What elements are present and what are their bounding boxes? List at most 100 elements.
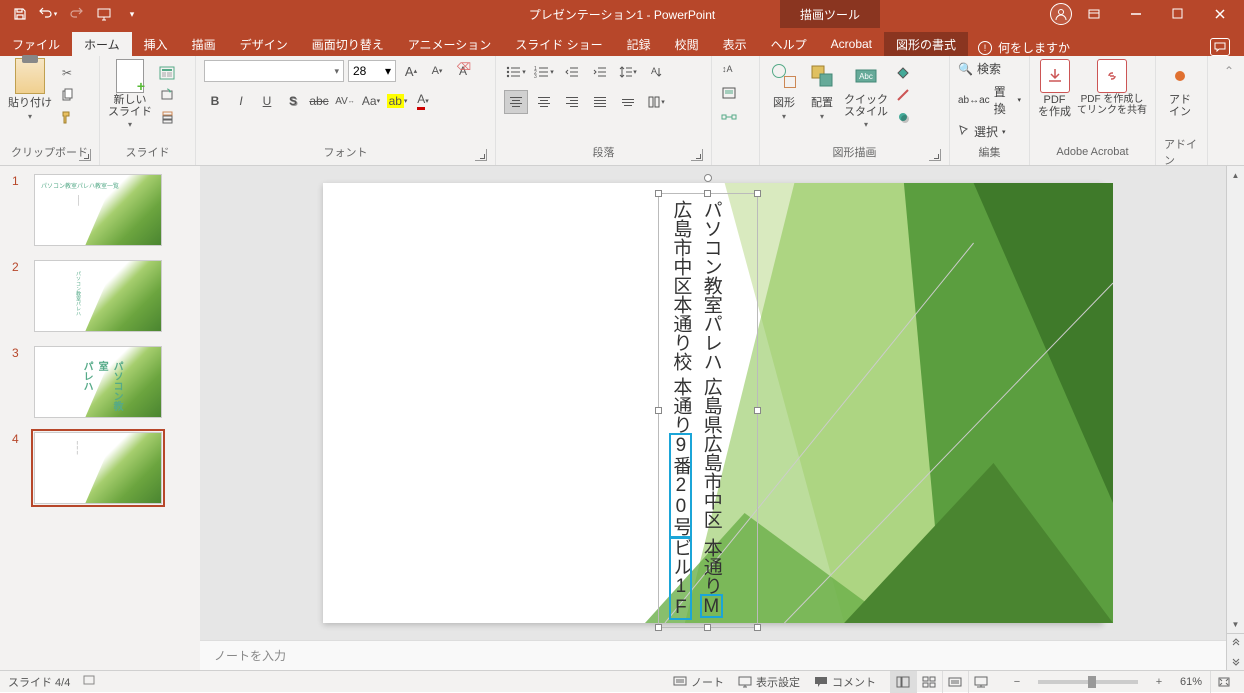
highlight-button[interactable]: ab▾ xyxy=(386,90,408,112)
text-rotation-icon[interactable]: ↕A xyxy=(720,60,738,78)
pdf-create-button[interactable]: PDF を作成 xyxy=(1038,60,1071,118)
clear-format-icon[interactable]: A⌫ xyxy=(452,60,474,82)
columns-icon[interactable]: ▾ xyxy=(644,90,668,114)
char-spacing-icon[interactable]: AV↔ xyxy=(334,90,356,112)
tab-acrobat[interactable]: Acrobat xyxy=(819,32,884,56)
shape-effects-icon[interactable] xyxy=(894,108,912,126)
comments-toggle-icon[interactable] xyxy=(1210,38,1230,56)
slideshow-view-icon[interactable] xyxy=(968,671,994,693)
undo-icon[interactable]: ▾ xyxy=(36,2,60,26)
find-button[interactable]: 🔍検索 xyxy=(958,60,1001,77)
dialog-launcher-icon[interactable] xyxy=(475,149,487,161)
slide-thumb-4[interactable]: 4 ─ ─ ─ xyxy=(12,432,188,504)
shapes-button[interactable]: 図形▾ xyxy=(768,60,800,121)
tab-review[interactable]: 校閲 xyxy=(663,32,711,56)
justify-icon[interactable] xyxy=(588,90,612,114)
dialog-launcher-icon[interactable] xyxy=(929,149,941,161)
slide-thumb-1[interactable]: 1 パソコン教室パレハ教室一覧─── xyxy=(12,174,188,246)
minimize-icon[interactable] xyxy=(1116,0,1156,28)
slide-counter[interactable]: スライド 4/4 xyxy=(8,674,70,690)
new-slide-button[interactable]: 新しい スライド ▾ xyxy=(108,60,152,129)
reading-view-icon[interactable] xyxy=(942,671,968,693)
close-icon[interactable] xyxy=(1200,0,1240,28)
font-size-combo[interactable]: 28▾ xyxy=(348,60,396,82)
tab-file[interactable]: ファイル xyxy=(0,32,72,56)
tell-me-search[interactable]: ! 何をしますか xyxy=(978,39,1070,56)
line-spacing-icon[interactable]: ▾ xyxy=(616,60,640,84)
fit-window-icon[interactable] xyxy=(1210,671,1236,693)
distribute-icon[interactable] xyxy=(616,90,640,114)
increase-indent-icon[interactable] xyxy=(588,60,612,84)
replace-button[interactable]: ab↔ac置換▾ xyxy=(958,83,1021,117)
resize-handle[interactable] xyxy=(754,407,761,414)
decrease-indent-icon[interactable] xyxy=(560,60,584,84)
text-content[interactable]: パソコン教室パレハ広島市中区本通り校 広島県広島市中区本通り9番20号 本通りM… xyxy=(659,194,732,627)
align-right-icon[interactable] xyxy=(560,90,584,114)
tab-insert[interactable]: 挿入 xyxy=(132,32,180,56)
select-button[interactable]: 選択▾ xyxy=(958,123,1006,140)
notes-toggle[interactable]: ノート xyxy=(673,674,724,690)
decrease-font-icon[interactable]: A▾ xyxy=(426,60,448,82)
resize-handle[interactable] xyxy=(655,190,662,197)
resize-handle[interactable] xyxy=(704,624,711,631)
vertical-scrollbar[interactable]: ▲ ▼ xyxy=(1226,166,1244,670)
notes-pane[interactable]: ノートを入力 xyxy=(200,640,1226,670)
redo-icon[interactable] xyxy=(64,2,88,26)
slide-thumb-2[interactable]: 2 パソコン教室パレハ xyxy=(12,260,188,332)
maximize-icon[interactable] xyxy=(1158,0,1198,28)
reset-icon[interactable] xyxy=(158,86,176,104)
dialog-launcher-icon[interactable] xyxy=(79,149,91,161)
align-center-icon[interactable] xyxy=(532,90,556,114)
align-left-icon[interactable] xyxy=(504,90,528,114)
comments-toggle[interactable]: コメント xyxy=(814,674,876,690)
resize-handle[interactable] xyxy=(655,407,662,414)
resize-handle[interactable] xyxy=(754,190,761,197)
tab-transitions[interactable]: 画面切り替え xyxy=(300,32,396,56)
quick-styles-button[interactable]: Abc クイック スタイル▾ xyxy=(844,60,888,129)
resize-handle[interactable] xyxy=(655,624,662,631)
format-painter-icon[interactable] xyxy=(58,108,76,126)
tab-home[interactable]: ホーム xyxy=(72,32,132,56)
tab-slideshow[interactable]: スライド ショー xyxy=(503,32,614,56)
font-name-combo[interactable]: ▾ xyxy=(204,60,344,82)
slideshow-icon[interactable] xyxy=(92,2,116,26)
sorter-view-icon[interactable] xyxy=(916,671,942,693)
save-icon[interactable] xyxy=(8,2,32,26)
scroll-up-icon[interactable]: ▲ xyxy=(1227,166,1244,184)
normal-view-icon[interactable] xyxy=(890,671,916,693)
tab-animations[interactable]: アニメーション xyxy=(396,32,504,56)
zoom-out-icon[interactable]: − xyxy=(1004,671,1030,693)
scroll-down-icon[interactable]: ▼ xyxy=(1227,615,1244,633)
smartart-icon[interactable] xyxy=(720,108,738,126)
display-settings[interactable]: 表示設定 xyxy=(738,674,800,690)
layout-icon[interactable] xyxy=(158,64,176,82)
zoom-slider[interactable] xyxy=(1038,680,1138,684)
tab-draw[interactable]: 描画 xyxy=(180,32,228,56)
thumbnail-panel[interactable]: 1 パソコン教室パレハ教室一覧─── 2 パソコン教室パレハ 3 パソコン教室 … xyxy=(0,166,200,670)
pdf-share-button[interactable]: PDF を作成し てリンクを共有 xyxy=(1077,60,1147,116)
strikethrough-button[interactable]: abc xyxy=(308,90,330,112)
prev-slide-icon[interactable] xyxy=(1227,634,1244,652)
resize-handle[interactable] xyxy=(704,190,711,197)
tab-design[interactable]: デザイン xyxy=(228,32,300,56)
font-color-button[interactable]: A▾ xyxy=(412,90,434,112)
zoom-level[interactable]: 61% xyxy=(1180,676,1202,688)
tab-help[interactable]: ヘルプ xyxy=(759,32,819,56)
slide-thumb-3[interactable]: 3 パソコン教室 パレハ xyxy=(12,346,188,418)
shape-outline-icon[interactable] xyxy=(894,86,912,104)
dialog-launcher-icon[interactable] xyxy=(691,149,703,161)
paste-button[interactable]: 貼り付け ▾ xyxy=(8,60,52,121)
tab-view[interactable]: 表示 xyxy=(711,32,759,56)
resize-handle[interactable] xyxy=(754,624,761,631)
bullets-icon[interactable]: ▾ xyxy=(504,60,528,84)
change-case-button[interactable]: Aa▾ xyxy=(360,90,382,112)
collapse-ribbon-icon[interactable]: ⌃ xyxy=(1220,62,1238,80)
addins-button[interactable]: アド イン xyxy=(1164,60,1196,118)
rotate-handle[interactable] xyxy=(704,174,712,182)
italic-button[interactable]: I xyxy=(230,90,252,112)
align-text-icon[interactable] xyxy=(720,84,738,102)
zoom-in-icon[interactable]: + xyxy=(1146,671,1172,693)
tab-format[interactable]: 図形の書式 xyxy=(884,32,968,56)
bold-button[interactable]: B xyxy=(204,90,226,112)
account-avatar[interactable] xyxy=(1050,3,1072,25)
